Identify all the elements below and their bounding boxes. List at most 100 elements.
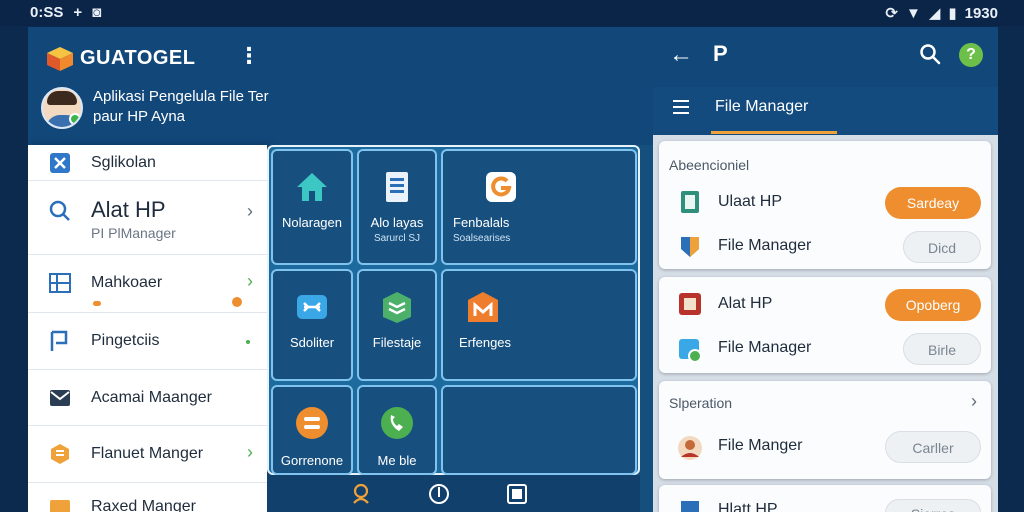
tile-empty[interactable] bbox=[441, 385, 637, 475]
drawer-item-flanuet-manger[interactable]: Flanuet Manger › bbox=[28, 426, 267, 483]
tile-label: Erfenges bbox=[459, 335, 512, 350]
carller-button[interactable]: Carller bbox=[885, 431, 981, 463]
drawer-item-label: Raxed Manger bbox=[91, 498, 196, 512]
phone-icon bbox=[381, 407, 413, 439]
status-bar: 0:SS + ◙ ⟳ ▼ ◢ ▮ 1930 bbox=[0, 0, 1024, 26]
home-icon bbox=[297, 173, 327, 201]
tile-filestaje[interactable]: Filestaje bbox=[357, 269, 437, 381]
hamburger-menu-icon[interactable] bbox=[673, 100, 689, 114]
drawer-header: GUATOGEL ⋮ Aplikasi Pengelula File Ter p… bbox=[28, 27, 653, 145]
tile-label: Gorrenone bbox=[280, 453, 344, 468]
row-label: File Manger bbox=[718, 437, 803, 454]
tile-label: Fenbalals bbox=[453, 215, 510, 230]
row-label: File Manager bbox=[718, 339, 812, 356]
search-icon[interactable] bbox=[919, 43, 941, 65]
tile-nolaragen[interactable]: Nolaragen bbox=[271, 149, 353, 265]
drawer-item-raxed-manger[interactable]: Raxed Manger bbox=[28, 483, 267, 512]
tile-label: Sdoliter bbox=[289, 335, 335, 350]
card-title: Slperation bbox=[669, 395, 733, 411]
drawer-item-label: Flanuet Manger bbox=[91, 445, 204, 462]
tile-sublabel: Sarurcl SJ bbox=[373, 233, 421, 244]
grid-icon bbox=[49, 273, 71, 293]
pin-icon[interactable]: P bbox=[713, 41, 728, 67]
row-label: Alat HP bbox=[718, 295, 773, 312]
dicd-button[interactable]: Dicd bbox=[903, 231, 981, 263]
opoberg-button[interactable]: Opoberg bbox=[885, 289, 981, 321]
app-icon bbox=[679, 293, 701, 315]
link-icon bbox=[297, 295, 327, 319]
card-title: Abeencioniel bbox=[669, 157, 750, 173]
dot-indicator-icon bbox=[232, 297, 242, 307]
avatar-icon bbox=[678, 436, 702, 460]
sync-icon: ⟳ bbox=[885, 5, 898, 22]
tile-label: Filestaje bbox=[372, 335, 422, 350]
g-app-icon bbox=[486, 172, 516, 202]
flag-icon bbox=[50, 330, 68, 351]
tile-label: Alo layas bbox=[370, 215, 424, 230]
tab-indicator bbox=[711, 131, 837, 134]
mail-icon bbox=[50, 390, 70, 406]
tile-label: Me ble bbox=[377, 453, 417, 468]
dot-indicator-icon bbox=[93, 301, 101, 306]
chevron-right-icon: › bbox=[247, 271, 253, 291]
app-window: GUATOGEL ⋮ Aplikasi Pengelula File Ter p… bbox=[28, 27, 998, 512]
tile-erfenges[interactable]: Erfenges bbox=[441, 269, 637, 381]
online-badge-icon bbox=[69, 113, 81, 125]
document-icon bbox=[681, 191, 699, 213]
compass-icon[interactable] bbox=[428, 483, 450, 505]
drawer-item-label: Alat HP bbox=[91, 197, 166, 222]
chevron-right-icon[interactable]: › bbox=[971, 391, 977, 412]
tile-fenbalals[interactable]: Fenbalals Soalsearises bbox=[441, 149, 637, 265]
tile-label: Nolaragen bbox=[282, 215, 342, 230]
app-name: GUATOGEL bbox=[80, 47, 196, 69]
help-icon[interactable]: ? bbox=[959, 43, 983, 67]
search-icon bbox=[49, 200, 70, 221]
row-label: File Manager bbox=[718, 237, 812, 254]
sardeay-button[interactable]: Sardeay bbox=[885, 187, 981, 219]
layers-icon bbox=[383, 292, 411, 323]
avatar[interactable] bbox=[41, 87, 83, 129]
card-hlatt-hp: Hlatt HP Sierres bbox=[659, 485, 991, 512]
drawer-item-acamai-maanger[interactable]: Acamai Maanger bbox=[28, 370, 267, 426]
square-icon[interactable] bbox=[506, 483, 528, 505]
chevron-right-icon: › bbox=[247, 442, 253, 462]
wifi-icon: ▼ bbox=[905, 4, 921, 22]
status-time: 0:SS bbox=[30, 4, 64, 21]
back-arrow-icon[interactable]: ← bbox=[669, 41, 693, 69]
tools-grid: Nolaragen Alo layas Sarurcl SJ Fenbalals… bbox=[267, 145, 640, 475]
x-app-icon bbox=[50, 153, 70, 173]
battery-icon: ▮ bbox=[948, 5, 957, 22]
drawer-item-sglikolan[interactable]: Sglikolan bbox=[28, 145, 267, 181]
drawer-item-label: Pingetciis bbox=[91, 332, 160, 349]
hexagon-icon bbox=[51, 444, 69, 464]
tile-gorrenone[interactable]: Gorrenone bbox=[271, 385, 353, 475]
sierres-button[interactable]: Sierres bbox=[885, 499, 981, 512]
drawer-item-pingetciis[interactable]: Pingetciis bbox=[28, 313, 267, 370]
drawer-item-label: Acamai Maanger bbox=[91, 389, 212, 406]
drawer-item-label: Mahkoaer bbox=[91, 274, 163, 291]
birle-button[interactable]: Birle bbox=[903, 333, 981, 365]
card-alat-hp: Alat HP Opoberg File Manager Birle bbox=[659, 277, 991, 373]
chevron-right-icon: › bbox=[247, 201, 253, 221]
tile-me-ble[interactable]: Me ble bbox=[357, 385, 437, 475]
person-search-icon[interactable] bbox=[351, 483, 373, 505]
tile-sublabel: Soalsearises bbox=[453, 233, 511, 244]
toolbar-title[interactable]: File Manager bbox=[715, 98, 808, 116]
bottom-navigation bbox=[267, 475, 640, 512]
shield-icon bbox=[681, 237, 699, 257]
header-subtitle: Aplikasi Pengelula File Ter paur HP Ayna bbox=[93, 88, 269, 125]
overflow-menu-icon[interactable]: ⋮ bbox=[238, 45, 260, 67]
tile-alo-layas[interactable]: Alo layas Sarurcl SJ bbox=[357, 149, 437, 265]
app-bar: ← P ? bbox=[653, 27, 998, 87]
tile-sdoliter[interactable]: Sdoliter bbox=[271, 269, 353, 381]
drawer-item-mahkoaer[interactable]: Mahkoaer › bbox=[28, 255, 267, 313]
status-clock: 1930 bbox=[964, 4, 998, 22]
notification-icon: ◙ bbox=[92, 4, 102, 21]
navigation-drawer: Sglikolan Alat HP PI PlManager › Mahkoae… bbox=[28, 145, 267, 512]
document-icon bbox=[386, 172, 408, 202]
folder-icon bbox=[50, 500, 70, 512]
row-label: Hlatt HP bbox=[718, 501, 778, 512]
plus-icon: + bbox=[73, 4, 83, 21]
chat-icon bbox=[296, 407, 328, 439]
drawer-item-alat-hp[interactable]: Alat HP PI PlManager › bbox=[28, 181, 267, 255]
